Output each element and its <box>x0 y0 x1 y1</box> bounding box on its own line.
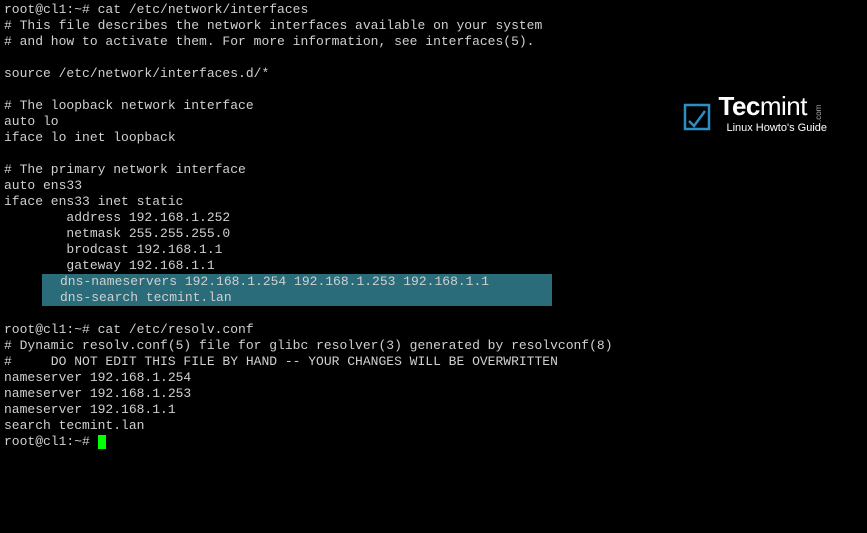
file-content: iface ens33 inet static <box>4 194 863 210</box>
file-content: # Dynamic resolv.conf(5) file for glibc … <box>4 338 863 354</box>
prompt: root@cl1:~# <box>4 434 98 449</box>
file-content: source /etc/network/interfaces.d/* <box>4 66 863 82</box>
terminal-output[interactable]: root@cl1:~# cat /etc/network/interfaces … <box>4 2 863 450</box>
tecmint-logo: Tecmint .com Linux Howto's Guide <box>683 98 828 136</box>
logo-text-tec: Tec <box>719 98 760 114</box>
logo-subtitle: Linux Howto's Guide <box>719 120 828 136</box>
file-content: # The primary network interface <box>4 162 863 178</box>
logo-text-mint: mint <box>760 98 807 114</box>
dns-nameservers: dns-nameservers 192.168.1.254 192.168.1.… <box>42 274 552 290</box>
cursor[interactable] <box>98 435 106 449</box>
file-content: auto ens33 <box>4 178 863 194</box>
highlighted-line: dns-search tecmint.lan <box>4 290 863 306</box>
file-content: search tecmint.lan <box>4 418 863 434</box>
file-content: gateway 192.168.1.1 <box>4 258 863 274</box>
blank-line <box>4 306 863 322</box>
file-content: address 192.168.1.252 <box>4 210 863 226</box>
prompt-line-1: root@cl1:~# cat /etc/network/interfaces <box>4 2 863 18</box>
command: cat /etc/resolv.conf <box>98 322 254 337</box>
prompt-line-3: root@cl1:~# <box>4 434 863 450</box>
command: cat /etc/network/interfaces <box>98 2 309 17</box>
file-content: netmask 255.255.255.0 <box>4 226 863 242</box>
blank-line <box>4 146 863 162</box>
prompt: root@cl1:~# <box>4 2 98 17</box>
file-content: # This file describes the network interf… <box>4 18 863 34</box>
blank-line <box>4 50 863 66</box>
prompt: root@cl1:~# <box>4 322 98 337</box>
file-content: brodcast 192.168.1.1 <box>4 242 863 258</box>
file-content: nameserver 192.168.1.254 <box>4 370 863 386</box>
file-content: # DO NOT EDIT THIS FILE BY HAND -- YOUR … <box>4 354 863 370</box>
tecmint-logo-icon <box>683 103 711 131</box>
dns-search: dns-search tecmint.lan <box>42 290 552 306</box>
highlighted-line: dns-nameservers 192.168.1.254 192.168.1.… <box>4 274 863 290</box>
file-content: nameserver 192.168.1.1 <box>4 402 863 418</box>
logo-dotcom: .com <box>811 98 827 122</box>
prompt-line-2: root@cl1:~# cat /etc/resolv.conf <box>4 322 863 338</box>
file-content: nameserver 192.168.1.253 <box>4 386 863 402</box>
file-content: # and how to activate them. For more inf… <box>4 34 863 50</box>
